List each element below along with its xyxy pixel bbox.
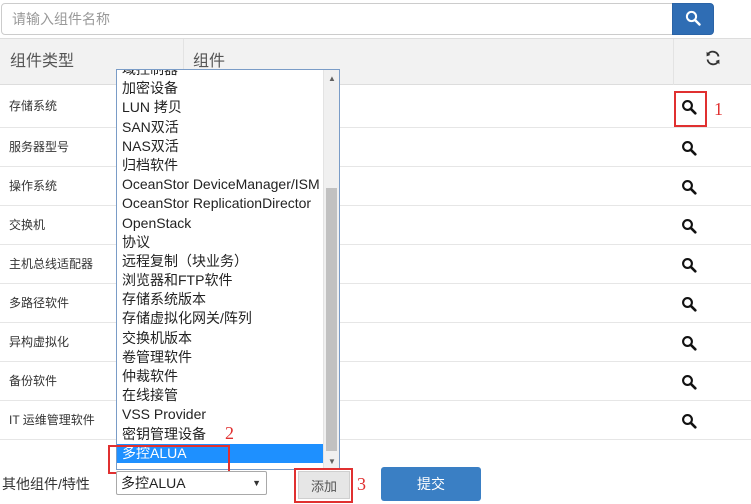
row-type-label: 异构虚拟化	[9, 335, 70, 349]
search-icon[interactable]	[681, 413, 697, 429]
table-row: 备份软件	[0, 362, 751, 401]
dropdown-option[interactable]: 仲裁软件	[117, 367, 324, 386]
table-row: IT 运维管理软件	[0, 401, 751, 440]
dropdown-option[interactable]: 远程复制（块业务）	[117, 252, 324, 271]
dropdown-options: 域控制器 加密设备 LUN 拷贝 SAN双活 NAS双活 归档软件 OceanS…	[117, 70, 324, 463]
dropdown-option[interactable]: OpenStack	[117, 214, 324, 233]
row-type-label: IT 运维管理软件	[9, 413, 95, 427]
dropdown-option[interactable]: NAS双活	[117, 137, 324, 156]
dropdown-option[interactable]: LUN 拷贝	[117, 98, 324, 117]
search-icon	[685, 10, 701, 29]
scroll-up-arrow-icon[interactable]: ▲	[324, 70, 339, 86]
row-type-label: 备份软件	[9, 374, 58, 388]
search-icon[interactable]	[681, 179, 697, 195]
search-icon[interactable]	[681, 257, 697, 273]
table-row: 存储系统	[0, 85, 751, 128]
other-components-label: 其他组件/特性	[2, 476, 90, 492]
search-icon[interactable]	[681, 140, 697, 156]
table-row: 服务器型号	[0, 128, 751, 167]
search-bar	[0, 0, 751, 38]
dropdown-option[interactable]: 存储系统版本	[117, 290, 324, 309]
component-table: 组件类型 组件 存储系统 服务器型号 操作系统 交换机 主机总线适配器 多路径软…	[0, 38, 751, 440]
table-row: 操作系统	[0, 167, 751, 206]
refresh-icon	[705, 39, 721, 85]
refresh-button[interactable]	[673, 39, 751, 85]
search-icon[interactable]	[681, 296, 697, 312]
dropdown-option[interactable]: OceanStor DeviceManager/ISM	[117, 175, 324, 194]
dropdown-option[interactable]: 协议	[117, 233, 324, 252]
search-icon[interactable]	[681, 335, 697, 351]
table-row: 主机总线适配器	[0, 245, 751, 284]
search-icon[interactable]	[681, 374, 697, 390]
dropdown-option[interactable]: 在线接管	[117, 386, 324, 405]
component-select[interactable]: 多控ALUA ▼	[116, 471, 267, 495]
search-icon[interactable]	[681, 218, 697, 234]
select-value: 多控ALUA	[121, 475, 186, 491]
search-input[interactable]	[1, 3, 673, 35]
dropdown-option[interactable]: 加密设备	[117, 79, 324, 98]
annotation-number-3: 3	[357, 474, 366, 494]
chevron-down-icon: ▼	[252, 478, 261, 488]
row-type-label: 服务器型号	[9, 140, 70, 154]
dropdown-option[interactable]: 浏览器和FTP软件	[117, 271, 324, 290]
table-header: 组件类型 组件	[0, 38, 751, 85]
dropdown-option[interactable]: 归档软件	[117, 156, 324, 175]
scrollbar-thumb[interactable]	[326, 188, 337, 451]
dropdown-option[interactable]: 域控制器	[117, 70, 324, 79]
row-type-label: 主机总线适配器	[9, 257, 94, 271]
table-row: 异构虚拟化	[0, 323, 751, 362]
search-button[interactable]	[672, 3, 714, 35]
row-type-label: 操作系统	[9, 179, 58, 193]
dropdown-option[interactable]: OceanStor ReplicationDirector	[117, 194, 324, 213]
dropdown-option[interactable]: 存储虚拟化网关/阵列	[117, 309, 324, 328]
dropdown-option[interactable]: VSS Provider	[117, 405, 324, 424]
annotation-number-1: 1	[714, 99, 723, 119]
table-row: 交换机	[0, 206, 751, 245]
dropdown-option[interactable]: 交换机版本	[117, 329, 324, 348]
dropdown-scrollbar[interactable]: ▲ ▼	[323, 70, 339, 469]
row-type-label: 交换机	[9, 218, 46, 232]
annotation-box-1	[674, 91, 707, 127]
dropdown-option[interactable]: SAN双活	[117, 118, 324, 137]
dropdown-option[interactable]: 密钥管理设备	[117, 425, 324, 444]
submit-button[interactable]: 提交	[381, 467, 481, 501]
dropdown-option[interactable]: 卷管理软件	[117, 348, 324, 367]
add-button[interactable]: 添加	[298, 471, 350, 499]
scroll-down-arrow-icon[interactable]: ▼	[324, 453, 339, 469]
table-row: 多路径软件	[0, 284, 751, 323]
component-dropdown-list[interactable]: 域控制器 加密设备 LUN 拷贝 SAN双活 NAS双活 归档软件 OceanS…	[116, 69, 340, 470]
column-header-type: 组件类型	[10, 53, 75, 70]
annotation-number-2: 2	[225, 423, 234, 443]
row-type-label: 存储系统	[9, 99, 58, 113]
annotation-box-2	[108, 445, 230, 474]
row-type-label: 多路径软件	[9, 296, 70, 310]
